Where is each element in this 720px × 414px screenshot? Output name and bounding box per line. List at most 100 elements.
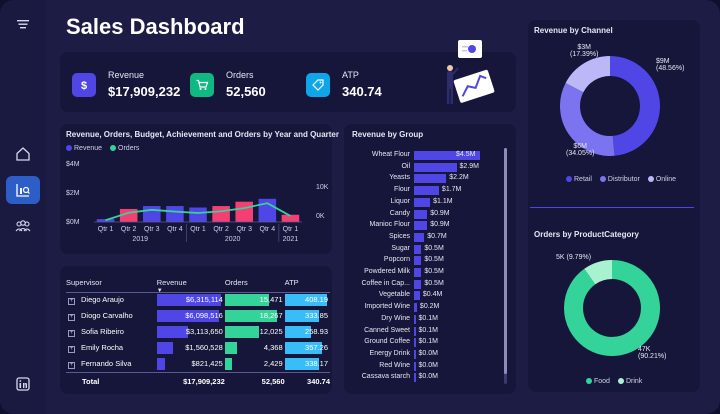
group-label: Oil bbox=[401, 162, 410, 170]
users-icon[interactable] bbox=[8, 212, 38, 240]
x-tick-label: Qtr 1 bbox=[190, 226, 206, 233]
svg-text:$: $ bbox=[81, 80, 87, 92]
column-header[interactable]: ATP bbox=[284, 274, 330, 293]
combo-chart: $0M $2M $4M 0K 10K Qtr 1 Qtr 2 Qtr 3 Qtr 4 Qtr 1 Q… bbox=[66, 161, 329, 243]
group-label: Spices bbox=[388, 232, 410, 240]
group-bar bbox=[414, 162, 457, 172]
expand-icon[interactable]: + bbox=[68, 298, 75, 306]
y2-tick-label: 10K bbox=[316, 184, 329, 191]
orders-cell: 18,267 bbox=[224, 308, 285, 324]
legend-item-revenue: Revenue bbox=[66, 145, 102, 152]
group-bar-row[interactable]: Manioc Flour $0.9M bbox=[352, 220, 502, 231]
year-label: 2019 bbox=[132, 236, 148, 243]
supervisor-cell: + Fernando Silva bbox=[68, 358, 132, 369]
table-row[interactable]: + Emily Rocha $1,560,528 4,368 357.26 bbox=[66, 340, 330, 356]
group-bar-row[interactable]: Powdered Milk $0.5M bbox=[352, 267, 502, 278]
group-bar-row[interactable]: Flour $1.7M bbox=[352, 185, 502, 196]
donut-slice[interactable] bbox=[560, 83, 615, 156]
group-bar bbox=[414, 338, 416, 348]
expand-icon[interactable]: + bbox=[68, 361, 75, 369]
kpi-label: Orders bbox=[226, 70, 254, 80]
group-label: Candy bbox=[389, 209, 410, 217]
atp-cell: 408.19 bbox=[284, 292, 330, 308]
group-label: Energy Drink bbox=[369, 349, 410, 357]
total-label: Total bbox=[66, 371, 157, 390]
column-header[interactable]: Revenue▼ bbox=[156, 274, 225, 294]
table-row[interactable]: + Sofia Ribeiro $3,113,650 12,025 258.93 bbox=[66, 324, 330, 340]
donut-slice[interactable] bbox=[564, 260, 660, 356]
group-value: $0.5M bbox=[424, 256, 444, 264]
donut-slice[interactable] bbox=[609, 56, 660, 156]
expand-icon[interactable]: + bbox=[68, 346, 75, 353]
group-value: $0.4M bbox=[422, 291, 443, 299]
group-label: Red Wine bbox=[379, 361, 410, 369]
home-icon[interactable] bbox=[8, 140, 38, 168]
supervisor-cell: + Emily Rocha bbox=[68, 343, 124, 353]
group-value: $0.9M bbox=[430, 221, 450, 229]
group-bar-row[interactable]: Oil $2.9M bbox=[352, 162, 502, 173]
table-row[interactable]: + Diego Araujo $6,315,114 15,471 408.19 bbox=[66, 292, 330, 308]
group-bar-row[interactable]: Cassava starch $0.0M bbox=[352, 372, 502, 383]
x-tick-label: Qtr 2 bbox=[213, 226, 229, 233]
group-bar-row[interactable]: Sugar $0.5M bbox=[352, 244, 502, 255]
group-value: $1.1M bbox=[433, 197, 453, 205]
group-label: Yeasts bbox=[389, 174, 410, 182]
legend-item-retail: Retail bbox=[566, 176, 592, 183]
group-value: $0.7M bbox=[427, 232, 447, 240]
group-value: $2.2M bbox=[449, 174, 469, 182]
group-bar-row[interactable]: Coffee in Cap... $0.5M bbox=[352, 279, 502, 290]
group-bar-row[interactable]: Canned Sweet $0.1M bbox=[352, 326, 502, 337]
orders-cell: 12,025 bbox=[224, 324, 285, 340]
revenue-bar[interactable] bbox=[212, 206, 230, 222]
menu-icon[interactable] bbox=[8, 10, 38, 38]
x-tick-label: Qtr 1 bbox=[283, 226, 299, 233]
channel-label-online: $3M (17.39%) bbox=[570, 44, 599, 58]
group-bar-row[interactable]: Candy $0.9M bbox=[352, 209, 502, 220]
expand-icon[interactable]: + bbox=[68, 330, 75, 337]
donut-slice[interactable] bbox=[584, 260, 613, 285]
revenue-bar[interactable] bbox=[142, 206, 161, 222]
table-header-row: Supervisor Revenue▼ Orders ATP bbox=[66, 274, 330, 294]
channel-chart-title: Revenue by Channel bbox=[534, 26, 613, 35]
group-bar-row[interactable]: Red Wine $0.0M bbox=[352, 361, 502, 372]
year-label: 2020 bbox=[225, 236, 241, 243]
sidebar bbox=[0, 0, 46, 414]
group-value: $0.0M bbox=[418, 373, 438, 381]
group-bar-row[interactable]: Spices $0.7M bbox=[352, 232, 502, 243]
group-value: $0.1M bbox=[418, 338, 438, 346]
table-row[interactable]: + Diogo Carvalho $6,098,516 18,267 333.85 bbox=[66, 308, 330, 324]
revenue-bar[interactable] bbox=[166, 206, 184, 222]
section-divider bbox=[530, 207, 694, 208]
group-bar-row[interactable]: Popcorn $0.5M bbox=[352, 255, 502, 266]
combo-chart-legend: Revenue Orders bbox=[66, 145, 139, 152]
group-bar-row[interactable]: Liquor $1.1M bbox=[352, 197, 502, 208]
group-bar-row[interactable]: Vegetable $0.4M bbox=[352, 290, 502, 301]
revenue-cell: $821,425 bbox=[156, 356, 225, 372]
channel-legend: Retail Distributor Online bbox=[566, 176, 676, 183]
group-value: $2.9M bbox=[459, 162, 479, 170]
scrollbar-thumb[interactable] bbox=[504, 148, 507, 374]
kpi-label: ATP bbox=[342, 70, 359, 80]
atp-cell: 333.85 bbox=[284, 308, 330, 324]
analytics-icon[interactable] bbox=[6, 176, 40, 204]
table-row[interactable]: + Fernando Silva $821,425 2,429 338.17 bbox=[66, 356, 330, 372]
group-bar-row[interactable]: Imported Wine $0.2M bbox=[352, 302, 502, 313]
column-header[interactable]: Orders bbox=[224, 274, 285, 293]
atp-cell: 338.17 bbox=[284, 356, 330, 372]
group-bar-row[interactable]: Energy Drink $0.0M bbox=[352, 349, 502, 360]
linkedin-icon[interactable] bbox=[8, 370, 38, 398]
supervisor-cell: + Diogo Carvalho bbox=[68, 311, 133, 321]
total-orders: 52,560 bbox=[224, 371, 285, 390]
group-bar-row[interactable]: Dry Wine $0.1M bbox=[352, 314, 502, 325]
y2-tick-label: 0K bbox=[316, 213, 325, 220]
group-bar-row[interactable]: Yeasts $2.2M bbox=[352, 173, 502, 184]
revenue-bar[interactable] bbox=[235, 201, 254, 222]
group-label: Powdered Milk bbox=[364, 268, 410, 275]
group-bar-row[interactable]: Ground Coffee $0.1M bbox=[352, 337, 502, 348]
expand-icon[interactable]: + bbox=[68, 314, 75, 321]
group-bar-row[interactable]: Wheat Flour $4.5M bbox=[352, 150, 502, 161]
scrollbar[interactable] bbox=[504, 148, 507, 384]
column-header[interactable]: Supervisor bbox=[66, 274, 157, 293]
donut-slice[interactable] bbox=[565, 56, 611, 93]
revenue-bar[interactable] bbox=[189, 207, 207, 223]
